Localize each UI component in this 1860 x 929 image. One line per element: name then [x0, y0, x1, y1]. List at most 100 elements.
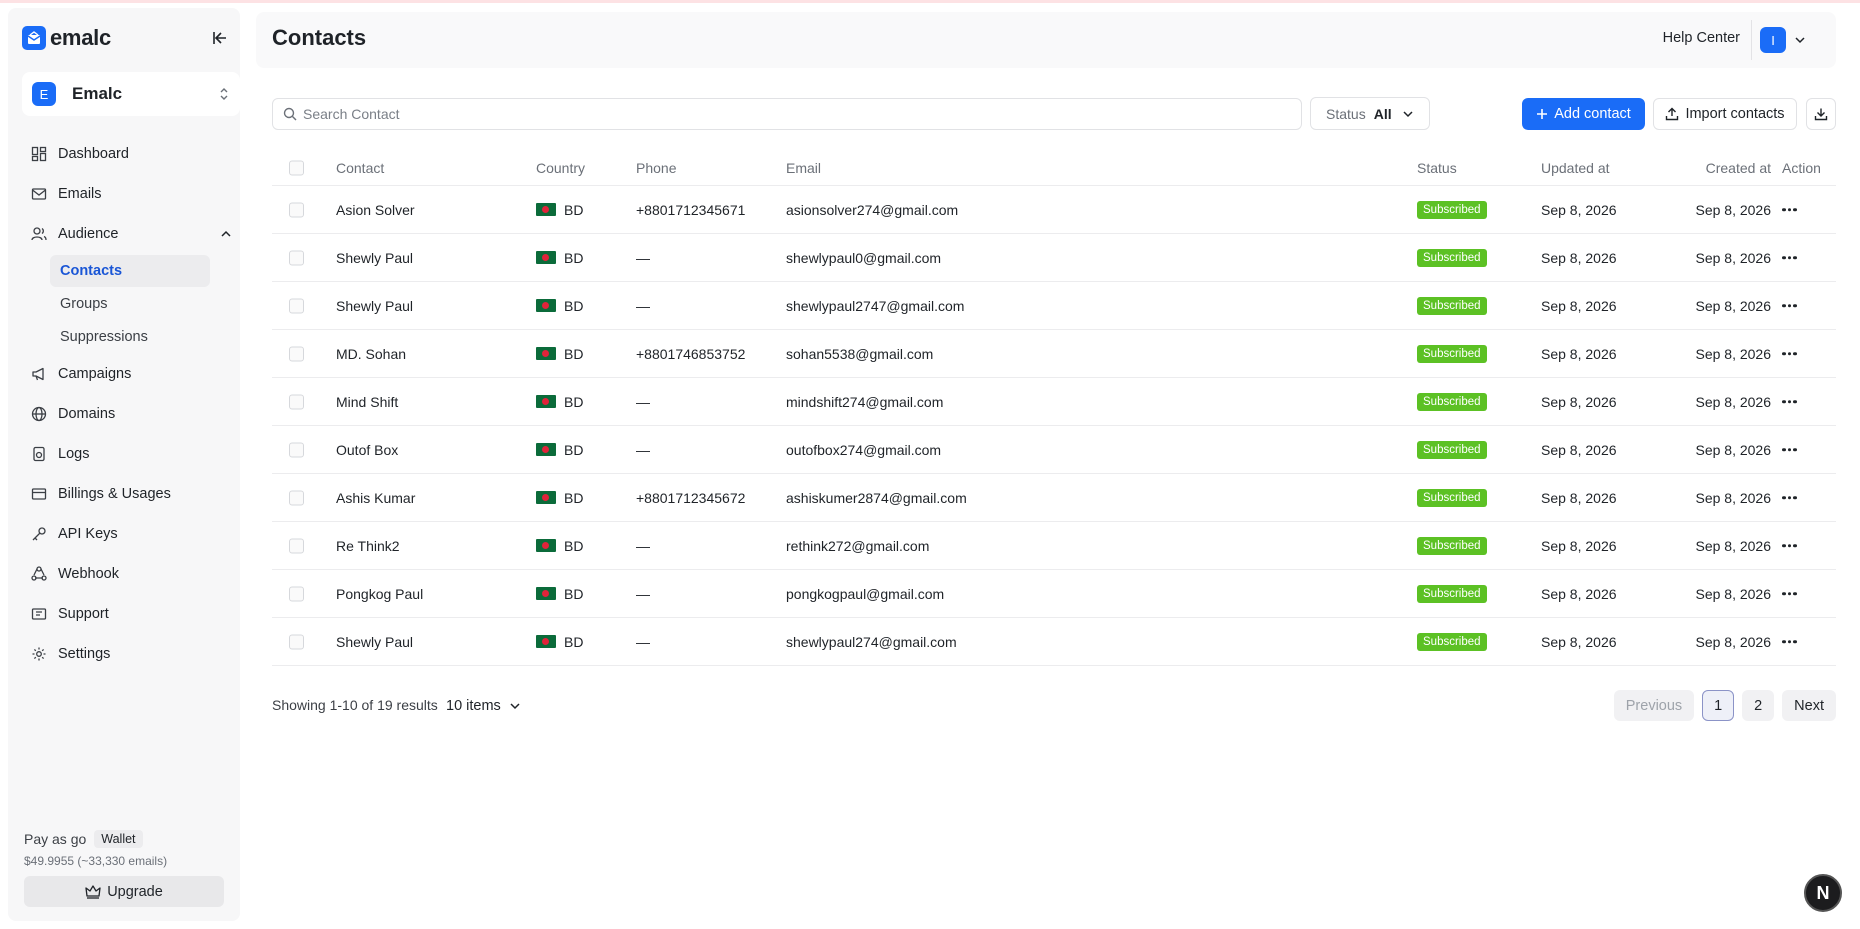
nav-billings-label: Billings & Usages: [58, 486, 171, 502]
more-actions-icon[interactable]: [1782, 207, 1797, 212]
col-status: Status: [1417, 159, 1457, 176]
table-row[interactable]: MD. Sohan BD +8801746853752 sohan5538@gm…: [272, 330, 1836, 378]
workspace-avatar: E: [32, 82, 56, 106]
brand[interactable]: emalc: [22, 20, 111, 56]
import-contacts-button[interactable]: Import contacts: [1653, 98, 1797, 130]
help-center-link[interactable]: Help Center: [1663, 30, 1740, 46]
dev-tools-badge[interactable]: N: [1804, 874, 1842, 912]
nav-domains[interactable]: Domains: [22, 394, 240, 434]
upgrade-button[interactable]: Upgrade: [24, 876, 224, 907]
nav-dashboard[interactable]: Dashboard: [22, 134, 240, 174]
search-box: [272, 98, 1302, 130]
table-row[interactable]: Outof Box BD — outofbox274@gmail.com Sub…: [272, 426, 1836, 474]
row-checkbox[interactable]: [289, 538, 304, 553]
previous-page-button[interactable]: Previous: [1613, 690, 1695, 721]
created-at: Sep 8, 2026: [1695, 249, 1771, 266]
nav-support-label: Support: [58, 606, 109, 622]
more-actions-icon[interactable]: [1782, 255, 1797, 260]
table-row[interactable]: Asion Solver BD +8801712345671 asionsolv…: [272, 186, 1836, 234]
row-checkbox[interactable]: [289, 490, 304, 505]
more-actions-icon[interactable]: [1782, 399, 1797, 404]
header-divider: [1751, 20, 1752, 60]
row-checkbox[interactable]: [289, 634, 304, 649]
bangladesh-flag-icon: [536, 203, 556, 216]
nav-emails[interactable]: Emails: [22, 174, 240, 214]
collapse-sidebar-button[interactable]: [209, 27, 231, 49]
more-actions-icon[interactable]: [1782, 303, 1797, 308]
status-filter[interactable]: Status All: [1310, 97, 1430, 130]
country-code: BD: [564, 585, 584, 602]
support-icon: [30, 605, 48, 623]
contact-country: BD: [536, 538, 583, 554]
page-2-button[interactable]: 2: [1742, 690, 1775, 721]
contact-country: BD: [536, 490, 583, 506]
table-row[interactable]: Re Think2 BD — rethink272@gmail.com Subs…: [272, 522, 1836, 570]
nav-groups[interactable]: Groups: [50, 288, 210, 320]
table-row[interactable]: Shewly Paul BD — shewlypaul274@gmail.com…: [272, 618, 1836, 666]
nav-support[interactable]: Support: [22, 594, 240, 634]
table-row[interactable]: Pongkog Paul BD — pongkogpaul@gmail.com …: [272, 570, 1836, 618]
more-actions-icon[interactable]: [1782, 351, 1797, 356]
more-actions-icon[interactable]: [1782, 591, 1797, 596]
table-row[interactable]: Shewly Paul BD — shewlypaul2747@gmail.co…: [272, 282, 1836, 330]
bangladesh-flag-icon: [536, 539, 556, 552]
page-header: Contacts Help Center I: [256, 12, 1836, 68]
nav-audience[interactable]: Audience: [22, 214, 240, 254]
table-row[interactable]: Shewly Paul BD — shewlypaul0@gmail.com S…: [272, 234, 1836, 282]
more-actions-icon[interactable]: [1782, 495, 1797, 500]
audience-submenu: Contacts Groups Suppressions: [22, 255, 240, 353]
more-actions-icon[interactable]: [1782, 543, 1797, 548]
credit-card-icon: [30, 485, 48, 503]
nav-suppressions[interactable]: Suppressions: [50, 321, 210, 353]
search-input[interactable]: [303, 106, 1283, 122]
download-button[interactable]: [1806, 98, 1836, 130]
nav-billings[interactable]: Billings & Usages: [22, 474, 240, 514]
wallet-panel: Pay as go Wallet $49.9955 (~33,330 email…: [24, 830, 240, 907]
created-at: Sep 8, 2026: [1695, 393, 1771, 410]
main-nav: Dashboard Emails Audience Contacts Group…: [22, 134, 240, 674]
more-actions-icon[interactable]: [1782, 639, 1797, 644]
select-all-checkbox[interactable]: [289, 160, 304, 175]
row-checkbox[interactable]: [289, 250, 304, 265]
row-checkbox[interactable]: [289, 442, 304, 457]
results-summary: Showing 1-10 of 19 results: [272, 697, 438, 713]
contact-name: Re Think2: [336, 537, 400, 554]
nav-api-keys-label: API Keys: [58, 526, 118, 542]
add-contact-label: Add contact: [1554, 106, 1631, 122]
next-page-button[interactable]: Next: [1782, 690, 1836, 721]
more-actions-icon[interactable]: [1782, 447, 1797, 452]
collapse-icon: [213, 32, 226, 44]
row-checkbox[interactable]: [289, 202, 304, 217]
row-checkbox[interactable]: [289, 298, 304, 313]
row-checkbox[interactable]: [289, 394, 304, 409]
contact-country: BD: [536, 202, 583, 218]
contact-name: Pongkog Paul: [336, 585, 424, 602]
user-avatar: I: [1760, 27, 1786, 53]
created-at: Sep 8, 2026: [1695, 537, 1771, 554]
updated-at: Sep 8, 2026: [1541, 633, 1617, 650]
logs-icon: [30, 445, 48, 463]
items-per-page-select[interactable]: 10 items: [446, 694, 521, 718]
contact-email: shewlypaul274@gmail.com: [786, 633, 957, 650]
row-checkbox[interactable]: [289, 586, 304, 601]
page-1-button[interactable]: 1: [1702, 690, 1735, 721]
nav-campaigns[interactable]: Campaigns: [22, 354, 240, 394]
nav-contacts[interactable]: Contacts: [50, 255, 210, 287]
updated-at: Sep 8, 2026: [1541, 489, 1617, 506]
contact-name: Ashis Kumar: [336, 489, 416, 506]
add-contact-button[interactable]: Add contact: [1522, 98, 1645, 130]
contact-email: sohan5538@gmail.com: [786, 345, 934, 362]
table-row[interactable]: Mind Shift BD — mindshift274@gmail.com S…: [272, 378, 1836, 426]
globe-icon: [30, 405, 48, 423]
chevron-up-icon: [221, 230, 231, 237]
nav-api-keys[interactable]: API Keys: [22, 514, 240, 554]
contact-email: asionsolver274@gmail.com: [786, 201, 959, 218]
workspace-switcher[interactable]: E Emalc: [22, 72, 240, 116]
user-menu[interactable]: I: [1760, 26, 1816, 54]
nav-settings[interactable]: Settings: [22, 634, 240, 674]
nav-webhook[interactable]: Webhook: [22, 554, 240, 594]
nav-logs[interactable]: Logs: [22, 434, 240, 474]
sidebar: emalc E Emalc Dashboard Emails Audience …: [8, 8, 240, 921]
table-row[interactable]: Ashis Kumar BD +8801712345672 ashiskumer…: [272, 474, 1836, 522]
row-checkbox[interactable]: [289, 346, 304, 361]
